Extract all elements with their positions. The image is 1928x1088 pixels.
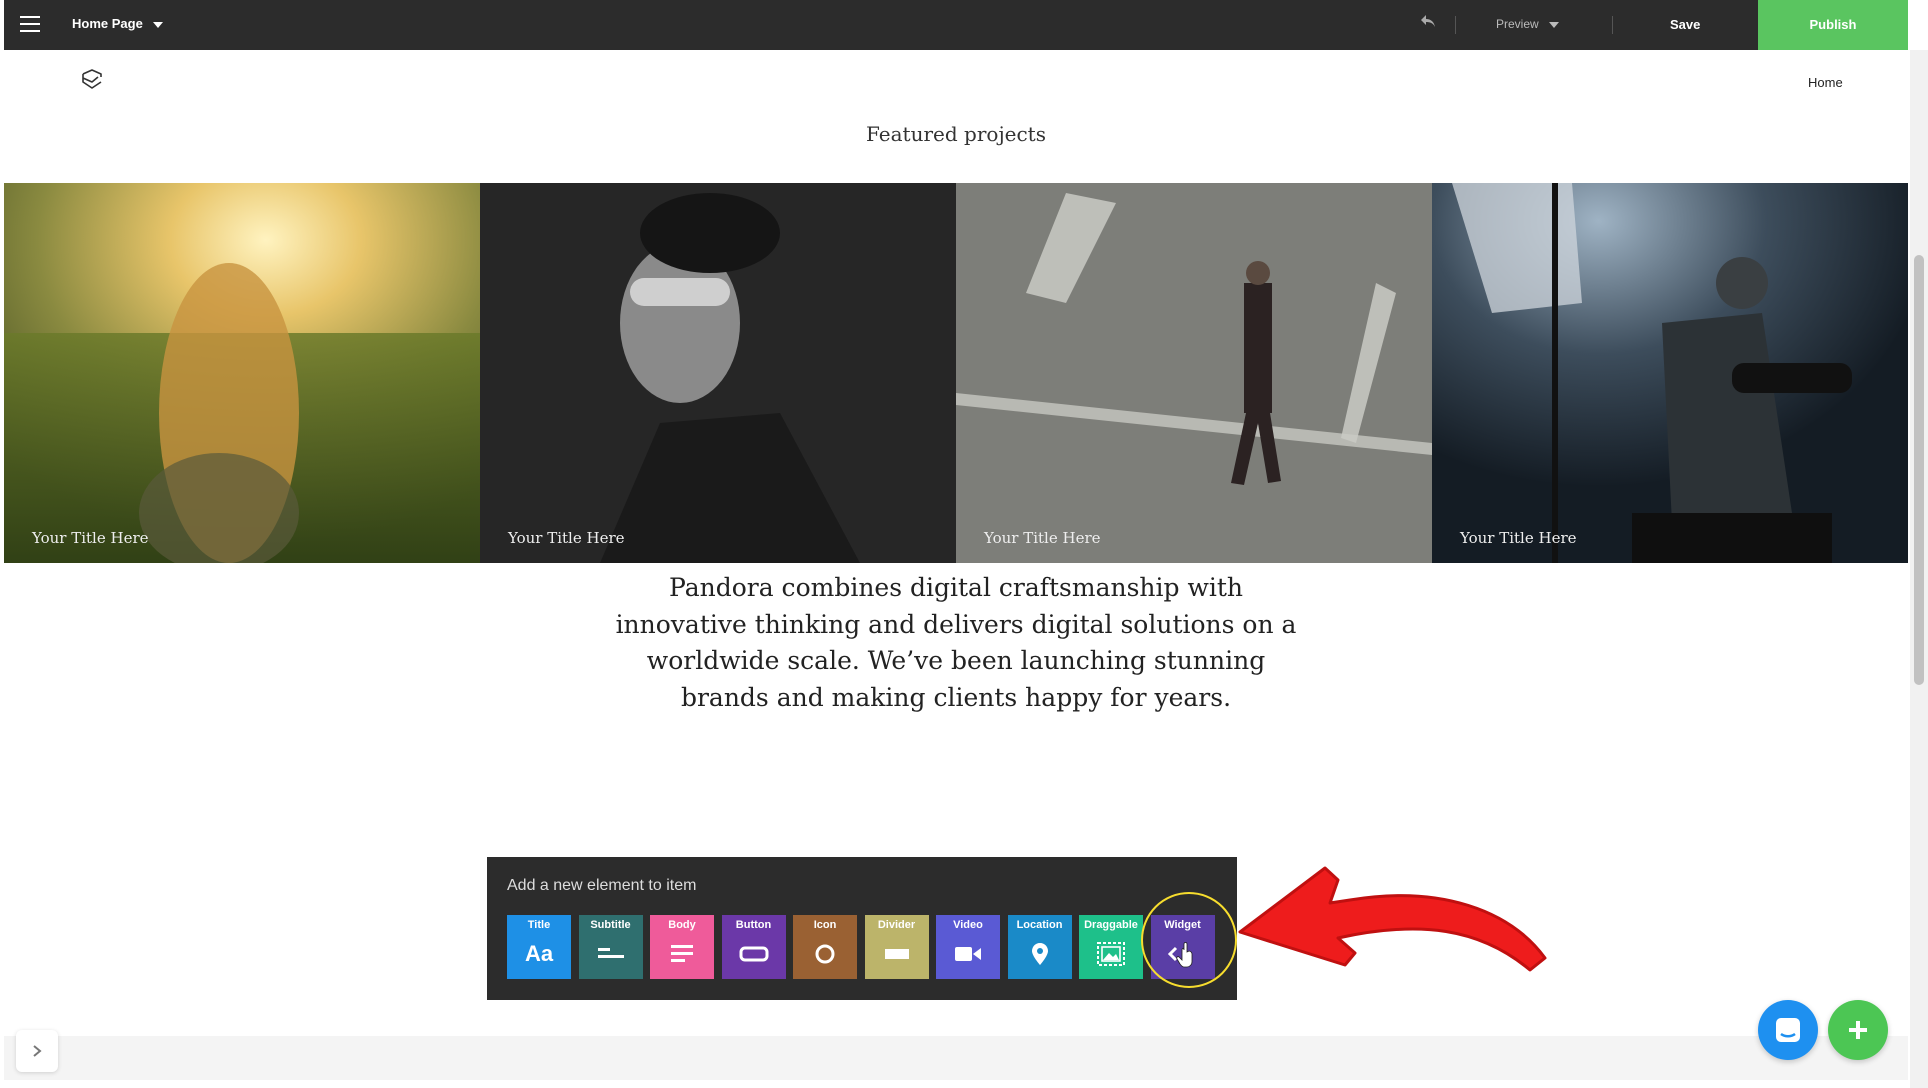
page-selector[interactable]: Home Page [72,16,163,31]
circle-icon [793,935,857,973]
divider-icon [865,935,929,973]
project-image-photographer-studio [1432,183,1908,563]
save-button[interactable]: Save [1670,17,1700,32]
scrollbar-thumb[interactable] [1914,255,1924,685]
gallery-tile[interactable]: Your Title Here [4,183,480,563]
project-image-field-sunset [4,183,480,563]
chip-label: Button [735,919,772,931]
publish-button[interactable]: Publish [1758,0,1908,50]
add-section-button[interactable] [1828,1000,1888,1060]
element-chip-list: Title Aa Subtitle Body Button Icon Divid… [507,915,1222,979]
chevron-right-icon [33,1045,42,1057]
toolbar-divider [1455,16,1456,34]
image-icon [1079,935,1143,973]
chip-label: Location [1016,919,1063,931]
add-body-chip[interactable]: Body [650,915,714,979]
preview-label: Preview [1496,17,1539,31]
gallery-tile[interactable]: Your Title Here [956,183,1432,563]
chevron-down-icon [152,21,163,28]
add-draggable-chip[interactable]: Draggable [1079,915,1143,979]
add-icon-chip[interactable]: Icon [793,915,857,979]
chip-label: Body [668,919,696,931]
chip-label: Icon [813,919,837,931]
project-image-man-goggles [480,183,956,563]
subtitle-icon [579,935,643,973]
plus-icon [1849,1021,1867,1039]
panel-heading: Add a new element to item [507,877,697,894]
add-video-chip[interactable]: Video [936,915,1000,979]
chip-label: Subtitle [590,919,631,931]
text-icon: Aa [524,941,554,966]
chat-icon [1776,1018,1800,1042]
tile-caption: Your Title Here [984,529,1101,547]
video-camera-icon [936,935,1000,973]
footer-strip [4,1036,1908,1080]
undo-icon[interactable] [1420,14,1436,33]
site-logo-icon[interactable] [80,68,104,95]
add-divider-chip[interactable]: Divider [864,915,929,979]
preview-dropdown[interactable]: Preview [1496,17,1559,31]
tile-caption: Your Title Here [1460,529,1577,547]
map-pin-icon [1008,935,1072,973]
nav-link-home[interactable]: Home [1808,75,1843,90]
toolbar-divider [1612,16,1613,34]
button-icon [722,935,786,973]
chip-label: Divider [877,919,916,931]
red-arrow-annotation-icon [1238,866,1547,972]
chat-button[interactable] [1758,1000,1818,1060]
gallery-tile[interactable]: Your Title Here [480,183,956,563]
chip-label: Video [953,919,983,931]
tile-caption: Your Title Here [508,529,625,547]
add-element-panel: Add a new element to item Title Aa Subti… [487,857,1237,1000]
add-subtitle-chip[interactable]: Subtitle [578,915,643,979]
add-location-chip[interactable]: Location [1007,915,1072,979]
page-selector-label: Home Page [72,16,143,31]
chip-label: Draggable [1084,919,1138,931]
cursor-highlight-ring [1141,892,1237,988]
section-title: Featured projects [866,122,1046,146]
project-image-man-walking [956,183,1432,563]
chevron-down-icon [1548,21,1559,28]
editor-toolbar: Home Page Preview Save Publish [4,0,1908,50]
tile-caption: Your Title Here [32,529,149,547]
page-scrollbar[interactable] [1910,50,1928,1088]
add-title-chip[interactable]: Title Aa [507,915,571,979]
add-button-chip[interactable]: Button [721,915,786,979]
chip-label: Title [527,919,551,931]
paragraph-icon [650,935,714,973]
gallery-tile[interactable]: Your Title Here [1432,183,1908,563]
hamburger-menu-icon[interactable] [20,16,40,32]
project-gallery: Your Title Here Your Title Here Your Tit… [4,183,1908,563]
about-paragraph[interactable]: Pandora combines digital craftsmanship w… [604,570,1308,716]
expand-panel-button[interactable] [16,1030,58,1072]
